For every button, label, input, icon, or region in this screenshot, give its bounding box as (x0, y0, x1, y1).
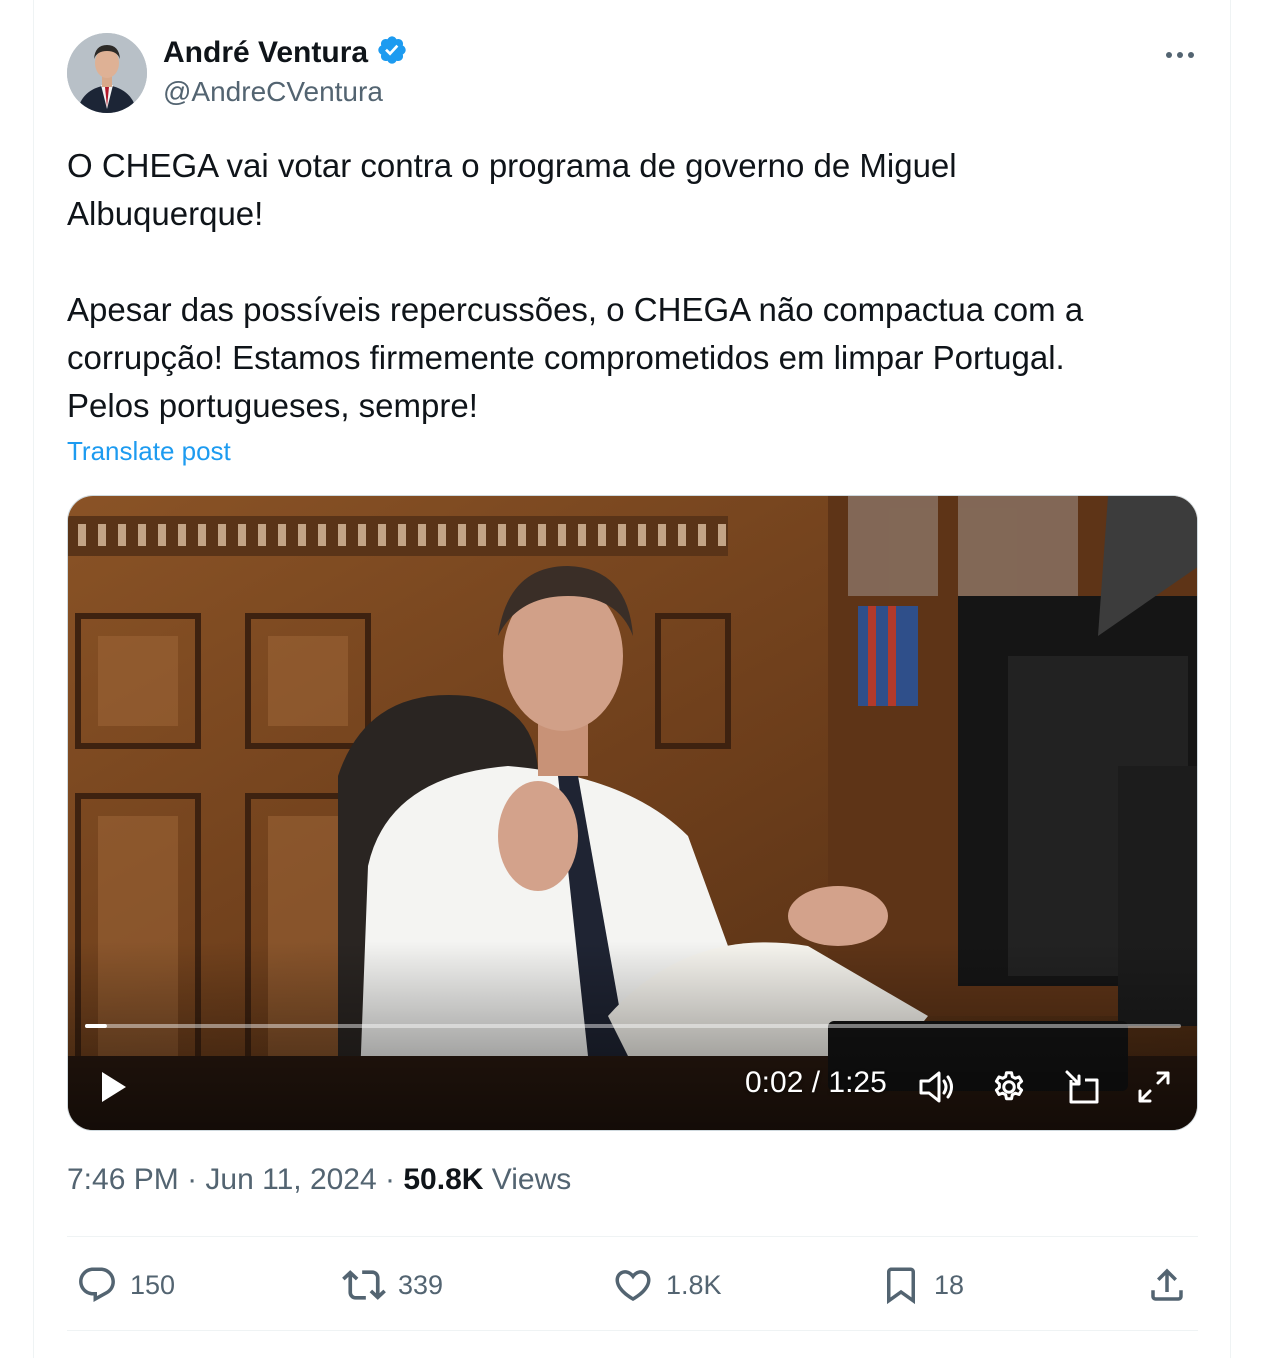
progress-fill (85, 1024, 107, 1028)
author-handle[interactable]: @AndreCVentura (163, 76, 383, 108)
fullscreen-button[interactable] (1133, 1066, 1175, 1108)
repost-icon (342, 1270, 386, 1300)
like-count: 1.8K (666, 1269, 722, 1300)
bookmark-count: 18 (934, 1269, 965, 1300)
verified-badge-icon (376, 34, 408, 71)
author-name-row[interactable]: André Ventura (163, 34, 408, 71)
bookmark-icon (887, 1267, 915, 1305)
repost-button[interactable]: 339 (342, 1262, 443, 1308)
meta-separator: · (385, 1163, 396, 1196)
heart-icon (615, 1270, 651, 1302)
fullscreen-icon (1138, 1071, 1170, 1103)
post-date[interactable]: Jun 11, 2024 (205, 1163, 376, 1196)
translate-post-link[interactable]: Translate post (67, 436, 231, 467)
divider (67, 1236, 1198, 1237)
volume-icon (919, 1071, 953, 1103)
post-line: Pelos portugueses, sempre! (67, 387, 478, 424)
post-text: O CHEGA vai votar contra o programa de g… (67, 142, 1167, 430)
avatar[interactable] (67, 33, 147, 113)
volume-button[interactable] (914, 1066, 960, 1108)
picture-in-picture-button[interactable] (1060, 1066, 1104, 1108)
post-time[interactable]: 7:46 PM (67, 1163, 179, 1196)
share-icon (1151, 1268, 1183, 1301)
views-label: Views (491, 1163, 572, 1196)
progress-track (85, 1024, 1181, 1028)
settings-button[interactable] (988, 1066, 1030, 1108)
more-options-button[interactable] (1160, 38, 1200, 72)
post-paragraph: O CHEGA vai votar contra o programa de g… (67, 147, 957, 232)
like-button[interactable]: 1.8K (612, 1262, 722, 1308)
video-time: 0:02 / 1:25 (745, 1066, 887, 1099)
share-button[interactable] (1146, 1262, 1188, 1308)
play-icon (102, 1072, 126, 1102)
reply-button[interactable]: 150 (76, 1262, 175, 1308)
reply-icon (79, 1267, 115, 1302)
more-dots-icon (1166, 52, 1194, 58)
video-progress-bar[interactable] (85, 1018, 1183, 1038)
views-count: 50.8K (403, 1163, 484, 1196)
pip-icon (1065, 1070, 1099, 1104)
repost-count: 339 (398, 1269, 444, 1300)
play-button[interactable] (92, 1066, 134, 1108)
author-name[interactable]: André Ventura (163, 36, 368, 70)
divider (67, 1330, 1198, 1331)
post-paragraph: Apesar das possíveis repercussões, o CHE… (67, 286, 1147, 430)
bookmark-button[interactable]: 18 (880, 1262, 964, 1308)
reply-count: 150 (130, 1269, 176, 1300)
settings-icon (994, 1071, 1024, 1101)
avatar-image (67, 33, 147, 113)
post-line: Apesar das possíveis repercussões, o CHE… (67, 291, 1084, 376)
post-meta: 7:46 PM · Jun 11, 2024 · 50.8K Views (67, 1163, 571, 1197)
meta-separator: · (187, 1163, 198, 1196)
